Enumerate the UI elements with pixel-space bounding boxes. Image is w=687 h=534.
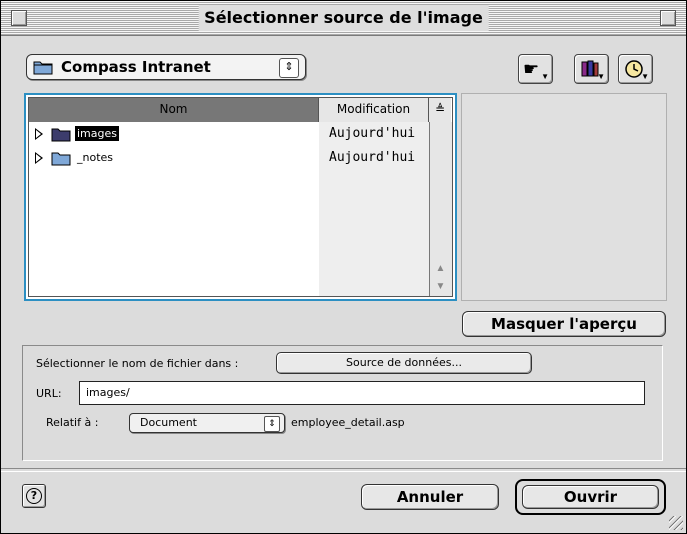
relative-to-value: Document [140,416,197,429]
column-header-modification[interactable]: Modification [319,98,429,122]
close-box[interactable] [11,10,27,26]
dropdown-triangle-icon: ▼ [597,72,605,81]
file-list[interactable]: Nom Modification ≜ images Aujourd'hui _n… [24,93,457,301]
file-rows: images Aujourd'hui _notes Aujourd'hui [29,122,429,296]
help-icon: ? [26,488,42,504]
relative-to-popup[interactable]: Document ⇕ [129,413,285,433]
hide-preview-button[interactable]: Masquer l'aperçu [462,311,666,337]
resize-grip-icon[interactable] [669,516,683,530]
up-down-arrows-icon: ⇕ [264,416,280,432]
preview-pane [461,93,667,301]
scroll-up-arrow-icon[interactable]: ▲ [430,260,451,278]
column-header-name[interactable]: Nom [29,98,319,122]
list-item[interactable]: images Aujourd'hui [29,122,429,146]
folder-icon [51,152,71,166]
help-button[interactable]: ? [22,484,46,508]
location-popup[interactable]: Compass Intranet ⇕ [26,54,306,80]
cancel-button[interactable]: Annuler [361,484,499,510]
url-label: URL: [36,387,62,400]
favorites-button[interactable]: ▼ [574,54,609,84]
url-field[interactable]: images/ [79,381,645,405]
file-dialog-window: Sélectionner source de l'image Compass I… [0,0,687,534]
footer-divider [1,468,686,472]
file-modified: Aujourd'hui [329,126,416,141]
shortcuts-button[interactable]: ☛ ▼ [518,54,553,84]
location-label: Compass Intranet [61,58,211,76]
select-filename-label: Sélectionner le nom de fichier dans : [36,357,239,370]
disclosure-triangle-icon[interactable] [35,152,43,164]
vertical-scrollbar[interactable]: ▲ ▼ [429,122,452,296]
dropdown-triangle-icon: ▼ [541,72,549,81]
file-modified: Aujourd'hui [329,150,416,165]
pointing-hand-icon: ☛ [523,59,540,79]
dropdown-triangle-icon: ▼ [641,72,649,81]
folder-icon [51,128,71,142]
disclosure-triangle-icon[interactable] [35,128,43,140]
data-sources-button[interactable]: Source de données... [276,352,532,374]
default-button-ring: Ouvrir [515,479,666,515]
file-name: _notes [77,151,114,164]
scroll-down-arrow-icon[interactable]: ▼ [430,278,451,296]
file-name: images [75,126,119,141]
window-title: Sélectionner source de l'image [198,5,489,31]
folder-icon [33,61,53,75]
recent-button[interactable]: ▼ [618,54,653,84]
title-bar[interactable]: Sélectionner source de l'image [1,1,686,36]
list-item[interactable]: _notes Aujourd'hui [29,146,429,170]
up-down-arrows-icon: ⇕ [279,58,299,78]
relative-to-label: Relatif à : [46,416,99,429]
sort-order-button[interactable]: ≜ [429,98,451,122]
relative-file-name: employee_detail.asp [291,416,405,429]
collapse-box[interactable] [660,10,676,26]
open-button[interactable]: Ouvrir [522,485,659,509]
